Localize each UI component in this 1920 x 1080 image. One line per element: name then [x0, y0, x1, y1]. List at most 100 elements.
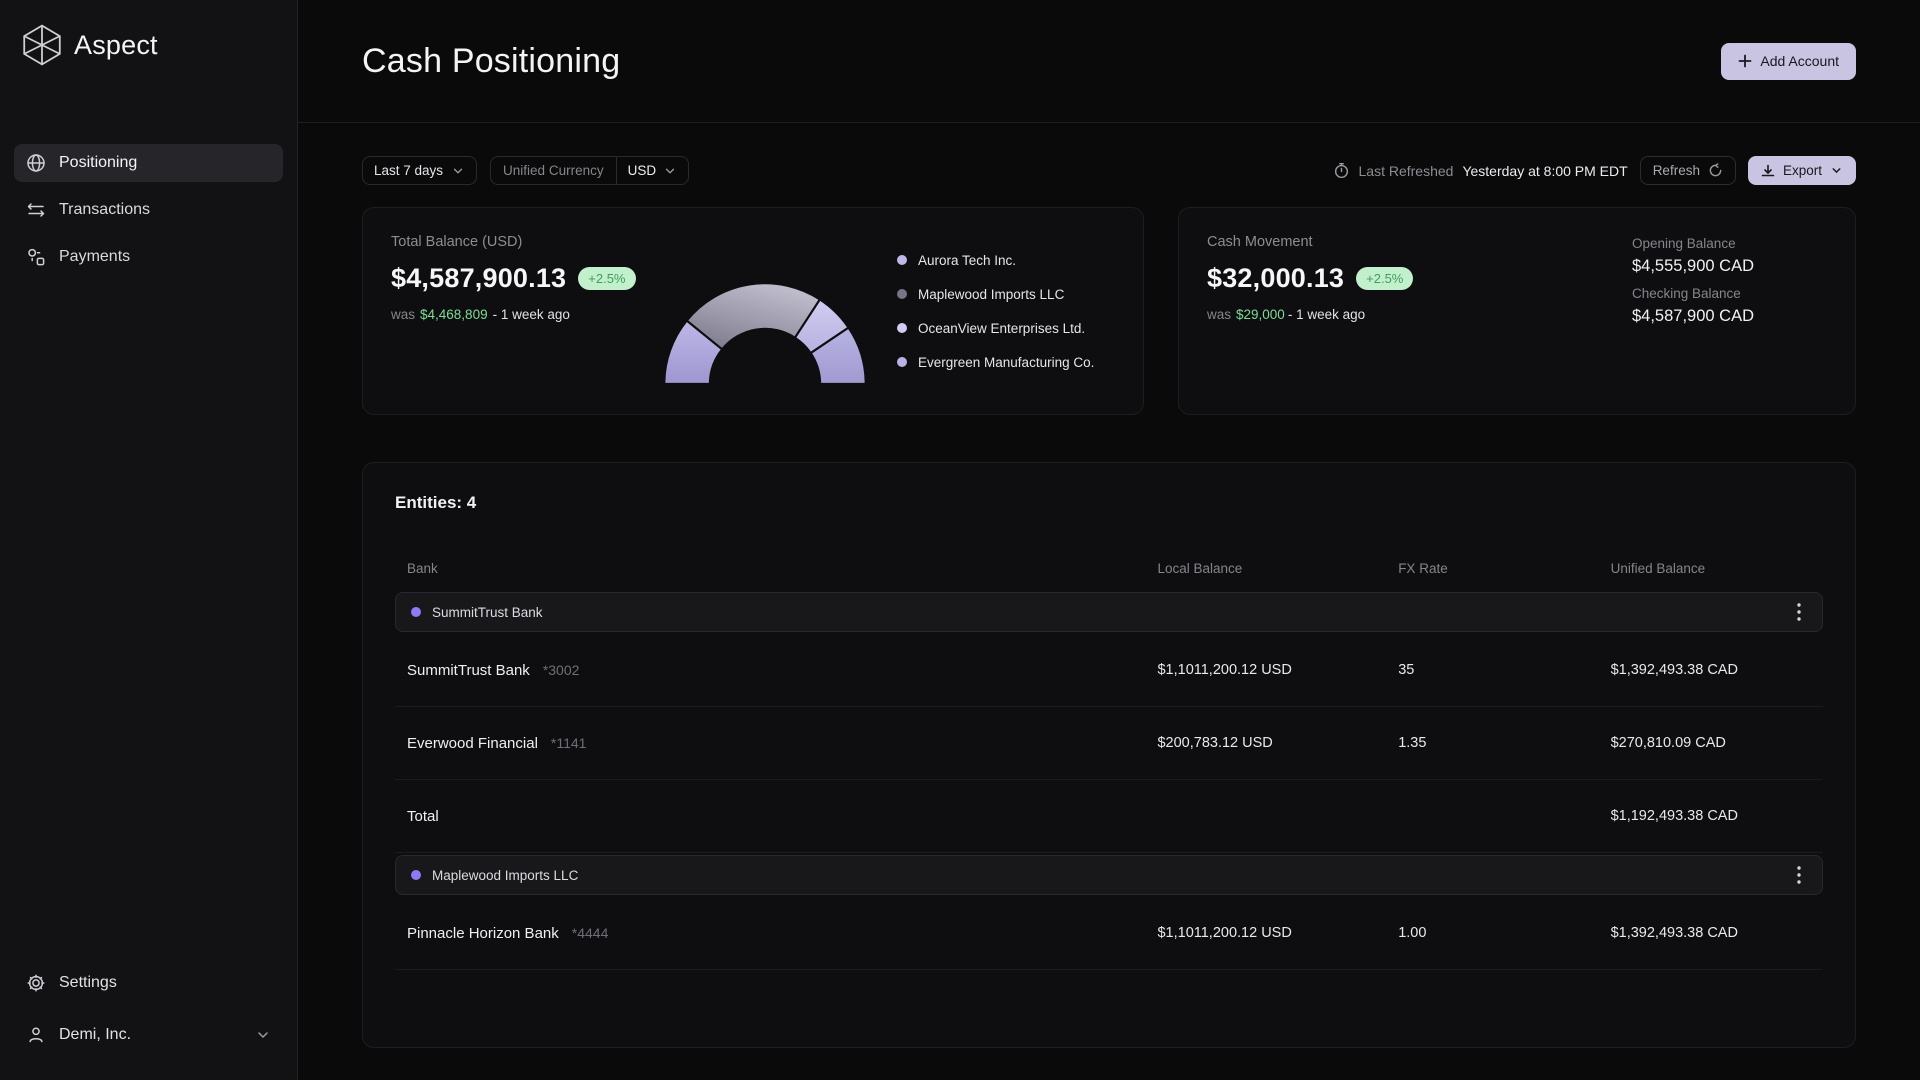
sidebar-item-payments[interactable]: Payments	[14, 238, 283, 276]
export-button[interactable]: Export	[1748, 156, 1856, 185]
cash-movement-label: Cash Movement	[1207, 234, 1457, 250]
local-balance: $1,1011,200.12 USD	[1157, 662, 1398, 678]
toolbar-filters: Last 7 days Unified Currency USD	[362, 156, 689, 185]
settings-label: Settings	[59, 974, 117, 992]
refresh-label: Refresh	[1653, 163, 1700, 178]
org-label: Demi, Inc.	[59, 1026, 131, 1044]
entity-dot	[411, 870, 421, 880]
legend-label: Evergreen Manufacturing Co.	[918, 355, 1094, 370]
local-balance: $1,1011,200.12 USD	[1157, 925, 1398, 941]
total-balance-change-badge: +2.5%	[578, 267, 635, 290]
total-balance-label: Total Balance (USD)	[391, 234, 641, 250]
legend-item: OceanView Enterprises Ltd.	[897, 321, 1115, 336]
currency-value: USD	[628, 163, 657, 178]
date-range-value: Last 7 days	[374, 163, 443, 178]
date-range-dropdown[interactable]: Last 7 days	[362, 156, 477, 185]
sidebar-item-settings[interactable]: Settings	[14, 968, 283, 998]
legend-label: Aurora Tech Inc.	[918, 253, 1016, 268]
table-row[interactable]: SummitTrust Bank *3002 $1,1011,200.12 US…	[395, 634, 1823, 707]
legend-item: Evergreen Manufacturing Co.	[897, 355, 1115, 370]
download-icon	[1761, 164, 1775, 178]
sidebar-item-positioning[interactable]: Positioning	[14, 144, 283, 182]
chevron-down-icon	[451, 164, 465, 178]
add-account-label: Add Account	[1760, 53, 1839, 69]
last-refreshed: Last Refreshed Yesterday at 8:00 PM EDT	[1333, 162, 1628, 179]
cash-movement-amount: $32,000.13	[1207, 263, 1344, 294]
fx-rate: 1.35	[1398, 735, 1610, 751]
sidebar: Aspect Positioning Transactions Payments	[0, 0, 298, 1080]
legend-label: Maplewood Imports LLC	[918, 287, 1064, 302]
sidebar-item-transactions[interactable]: Transactions	[14, 191, 283, 229]
legend-item: Maplewood Imports LLC	[897, 287, 1115, 302]
legend-item: Aurora Tech Inc.	[897, 253, 1115, 268]
cash-movement-metric: Cash Movement $32,000.13 +2.5% was $29,0…	[1207, 234, 1457, 388]
unified-balance: $1,392,493.38 CAD	[1611, 925, 1823, 941]
entity-group-name: SummitTrust Bank	[432, 605, 543, 620]
legend-dot	[897, 323, 907, 333]
column-header-fx-rate: FX Rate	[1398, 561, 1610, 576]
bank-name: Everwood Financial	[407, 735, 538, 752]
gauge-legend: Aurora Tech Inc. Maplewood Imports LLC O…	[897, 234, 1115, 388]
was-suffix: - 1 week ago	[493, 307, 570, 322]
bank-name: Pinnacle Horizon Bank	[407, 925, 559, 942]
legend-dot	[897, 357, 907, 367]
was-suffix: - 1 week ago	[1288, 307, 1365, 322]
aspect-logo-icon	[22, 24, 62, 66]
column-header-unified-balance: Unified Balance	[1611, 561, 1823, 576]
entity-group-name: Maplewood Imports LLC	[432, 868, 578, 883]
legend-label: OceanView Enterprises Ltd.	[918, 321, 1085, 336]
fx-rate: 1.00	[1398, 925, 1610, 941]
chevron-down-icon	[255, 1027, 271, 1043]
currency-dropdown[interactable]: USD	[617, 163, 689, 178]
sidebar-item-label: Payments	[59, 248, 130, 266]
cash-movement-change-badge: +2.5%	[1356, 267, 1413, 290]
gear-icon	[26, 973, 46, 993]
export-label: Export	[1783, 163, 1822, 178]
legend-dot	[897, 255, 907, 265]
opening-balance-value: $4,555,900 CAD	[1632, 257, 1827, 276]
refresh-button[interactable]: Refresh	[1640, 156, 1736, 185]
was-label: was	[1207, 307, 1231, 322]
account-number: *4444	[572, 925, 609, 941]
last-refreshed-label: Last Refreshed	[1359, 163, 1454, 179]
was-amount: $4,468,809	[420, 307, 488, 322]
entities-table: Bank Local Balance FX Rate Unified Balan…	[395, 561, 1823, 970]
gauge-donut-svg	[659, 276, 871, 388]
toolbar-actions: Last Refreshed Yesterday at 8:00 PM EDT …	[1333, 156, 1857, 185]
checking-balance-value: $4,587,900 CAD	[1632, 307, 1827, 326]
chevron-down-icon	[663, 164, 677, 178]
column-header-bank: Bank	[407, 561, 1157, 576]
org-switcher[interactable]: Demi, Inc.	[14, 1020, 283, 1050]
group-total-value: $1,192,493.38 CAD	[1611, 808, 1823, 824]
table-row[interactable]: Everwood Financial *1141 $200,783.12 USD…	[395, 707, 1823, 780]
group-menu-button[interactable]	[1784, 860, 1814, 890]
total-balance-previous: was $4,468,809 - 1 week ago	[391, 307, 641, 322]
was-label: was	[391, 307, 415, 322]
add-account-button[interactable]: Add Account	[1721, 43, 1856, 80]
entity-gauge-chart	[659, 242, 871, 388]
group-menu-button[interactable]	[1784, 597, 1814, 627]
app-logo: Aspect	[14, 24, 283, 66]
account-number: *3002	[543, 662, 580, 678]
unified-balance: $270,810.09 CAD	[1611, 735, 1823, 751]
entity-group-row-maplewood[interactable]: Maplewood Imports LLC	[395, 855, 1823, 895]
cash-movement-card: Cash Movement $32,000.13 +2.5% was $29,0…	[1178, 207, 1856, 415]
page-title: Cash Positioning	[362, 42, 620, 81]
globe-icon	[26, 153, 46, 173]
last-refreshed-value: Yesterday at 8:00 PM EDT	[1462, 163, 1627, 179]
stopwatch-icon	[1333, 162, 1350, 179]
main-content: Cash Positioning Add Account Last 7 days…	[298, 0, 1920, 1080]
entities-card: Entities: 4 Bank Local Balance FX Rate U…	[362, 462, 1856, 1048]
table-row[interactable]: Pinnacle Horizon Bank *4444 $1,1011,200.…	[395, 897, 1823, 970]
split-payment-icon	[26, 247, 46, 267]
plus-icon	[1738, 54, 1752, 68]
total-label: Total	[407, 808, 1157, 825]
entity-dot	[411, 607, 421, 617]
page-header: Cash Positioning Add Account	[298, 0, 1920, 123]
total-balance-metric: Total Balance (USD) $4,587,900.13 +2.5% …	[391, 234, 641, 388]
kebab-menu-icon	[1797, 866, 1801, 884]
refresh-icon	[1708, 163, 1723, 178]
table-header-row: Bank Local Balance FX Rate Unified Balan…	[395, 561, 1823, 592]
entity-group-row-summittrust[interactable]: SummitTrust Bank	[395, 592, 1823, 632]
was-amount: $29,000	[1236, 307, 1285, 322]
